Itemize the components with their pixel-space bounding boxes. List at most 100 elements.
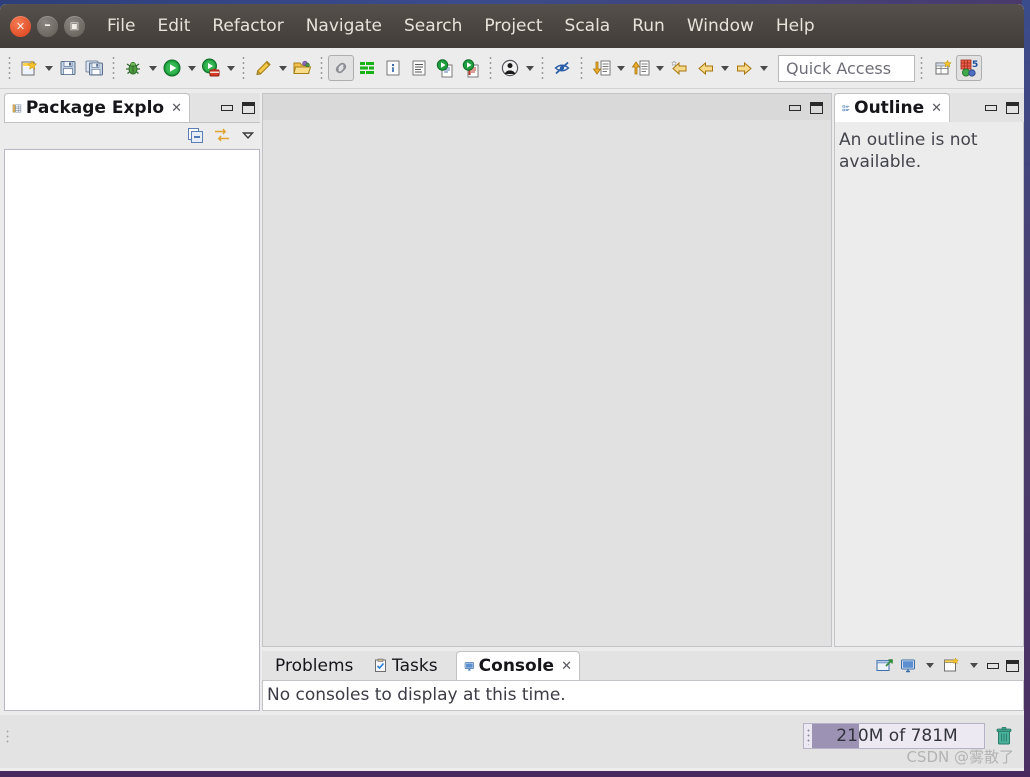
console-body[interactable]: No consoles to display at this time. [262,680,1024,711]
menu-search[interactable]: Search [393,14,473,38]
back-button[interactable] [692,55,718,81]
outline-tabrow: Outline ✕ [834,93,1024,123]
menu-project[interactable]: Project [473,14,553,38]
skip-breakpoints-button[interactable] [549,55,575,81]
window-maximize-button[interactable]: ▣ [64,16,85,37]
run-dropdown[interactable] [185,55,198,81]
back-star-button[interactable] [666,55,692,81]
minimize-console-button[interactable] [987,662,999,669]
previous-annotation-dropdown[interactable] [653,55,666,81]
quick-access-placeholder: Quick Access [786,58,892,78]
next-annotation-button[interactable] [588,55,614,81]
chevron-down-icon [278,65,287,71]
quick-access-input[interactable]: Quick Access [778,54,915,82]
chevron-down-icon [655,65,664,71]
debug-button[interactable] [120,55,146,81]
menu-scala[interactable]: Scala [554,14,622,38]
minimize-view-button[interactable] [985,104,997,111]
close-icon: ✕ [15,20,26,33]
window-minimize-button[interactable]: – [37,16,58,37]
back-arrow-icon [697,61,713,75]
run-button[interactable] [159,55,185,81]
back-dropdown[interactable] [718,55,731,81]
chevron-down-icon [44,65,53,71]
menu-run[interactable]: Run [621,14,676,38]
toolbar-separator [240,57,247,79]
menu-navigate[interactable]: Navigate [295,14,393,38]
minimize-view-button[interactable] [221,104,233,111]
scala-perspective-button[interactable]: 5 [956,55,982,81]
person-button[interactable] [497,55,523,81]
open-console-dropdown[interactable] [967,653,980,679]
tab-package-explorer[interactable]: Package Explo ✕ [4,93,190,122]
skip-breakpoints-icon [554,61,570,75]
maximize-editor-button[interactable] [810,102,823,114]
outline-icon [842,104,850,111]
tab-label: Outline [854,98,925,118]
person-dropdown[interactable] [523,55,536,81]
tab-tasks[interactable]: Tasks [366,651,452,680]
previous-annotation-button[interactable] [627,55,653,81]
back-star-icon [670,59,686,75]
new-file-dropdown[interactable] [42,55,55,81]
maximize-view-button[interactable] [1006,101,1019,114]
collapse-all-button[interactable] [187,127,204,144]
run-scala-script-button[interactable] [432,55,458,81]
pin-console-button[interactable] [876,658,893,674]
link-toggle-icon [335,62,347,74]
window-controls: ✕ – ▣ [10,16,85,37]
info-button[interactable] [380,55,406,81]
debug-dropdown[interactable] [146,55,159,81]
console-view-stack: Problems Tasks Console ✕ No consoles to … [262,651,1024,711]
application-window: ✕ – ▣ File Edit Refactor Navigate Search… [0,4,1024,771]
menu-help[interactable]: Help [765,14,826,38]
new-file-button[interactable] [16,55,42,81]
tab-close-icon[interactable]: ✕ [931,101,942,116]
open-console-button[interactable] [943,657,960,674]
window-close-button[interactable]: ✕ [10,16,31,37]
toolbar-separator [918,57,925,79]
chevron-down-icon [525,65,534,71]
tab-outline[interactable]: Outline ✕ [834,93,950,122]
person-icon [501,59,519,77]
tasks-icon [375,658,386,672]
green-bars-button[interactable] [354,55,380,81]
chevron-down-icon [187,65,196,71]
run-external-tools-button[interactable] [198,55,224,81]
next-annotation-dropdown[interactable] [614,55,627,81]
maximize-console-button[interactable] [1006,659,1019,672]
package-explorer-tree[interactable] [4,149,260,711]
open-perspective-button[interactable] [930,55,956,81]
display-console-button[interactable] [900,658,916,674]
menu-window[interactable]: Window [676,14,765,38]
forward-dropdown[interactable] [757,55,770,81]
trash-icon [996,726,1011,744]
display-console-icon [901,659,915,672]
highlight-pen-button[interactable] [250,55,276,81]
link-toggle-button[interactable] [328,55,354,81]
editor-empty-surface[interactable] [262,93,832,647]
tab-close-icon[interactable]: ✕ [561,659,572,674]
menu-edit[interactable]: Edit [146,14,201,38]
link-with-editor-button[interactable] [213,127,231,144]
open-folder-button[interactable] [289,55,315,81]
tab-close-icon[interactable]: ✕ [171,101,182,116]
tab-console[interactable]: Console ✕ [456,651,580,680]
tab-problems[interactable]: Problems [264,651,362,680]
maximize-view-button[interactable] [242,101,255,114]
document-button[interactable] [406,55,432,81]
menu-refactor[interactable]: Refactor [201,14,294,38]
view-menu-button[interactable] [240,127,256,143]
save-all-button[interactable] [81,55,107,81]
outline-message: An outline is not available. [839,130,978,172]
console-toolbar [876,651,1019,680]
menu-file[interactable]: File [96,14,146,38]
display-console-dropdown[interactable] [923,653,936,679]
run-scala-worksheet-button[interactable] [458,55,484,81]
highlight-pen-dropdown[interactable] [276,55,289,81]
minimize-editor-button[interactable] [789,105,801,111]
run-external-tools-dropdown[interactable] [224,55,237,81]
highlight-pen-icon [256,60,271,76]
forward-button[interactable] [731,55,757,81]
save-button[interactable] [55,55,81,81]
